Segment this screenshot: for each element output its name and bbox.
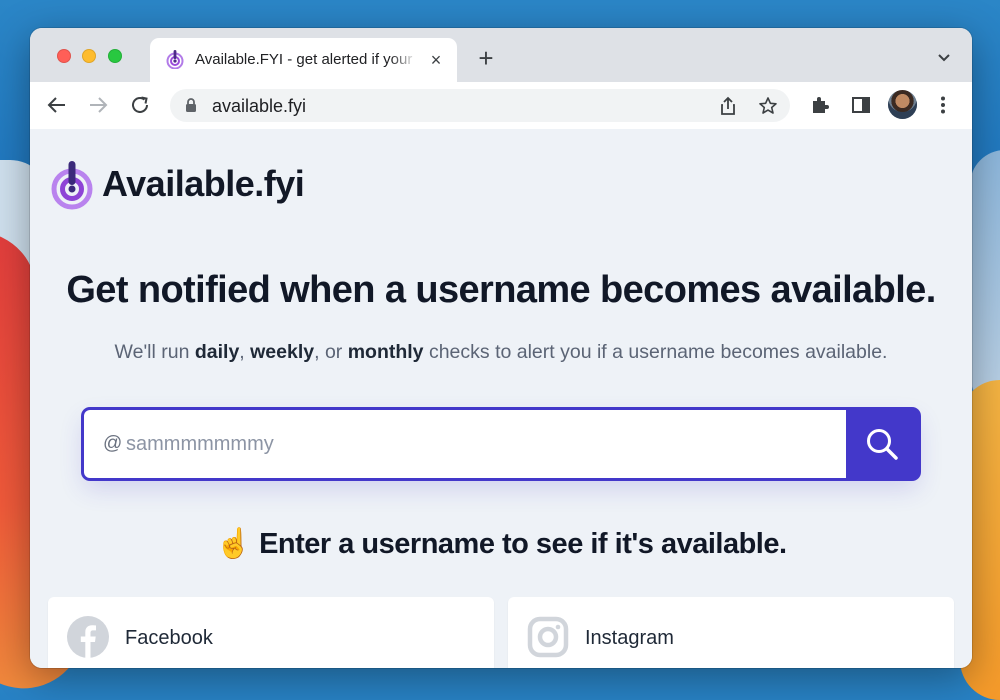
page-subline: We'll run daily, weekly, or monthly chec… [30, 341, 972, 364]
minimize-window-button[interactable] [82, 49, 96, 63]
frequency-weekly: weekly [250, 341, 315, 363]
username-search-form: @ [84, 410, 918, 478]
browser-toolbar: available.fyi [30, 82, 972, 130]
page-content: Available.fyi Get notified when a userna… [30, 129, 972, 668]
address-bar[interactable]: available.fyi [170, 89, 790, 122]
instagram-icon [527, 616, 569, 658]
search-button[interactable] [846, 410, 918, 478]
frequency-monthly: monthly [347, 341, 424, 363]
side-panel-icon[interactable] [850, 94, 872, 116]
more-menu-icon[interactable] [932, 94, 954, 116]
bookmark-star-icon[interactable] [758, 96, 778, 116]
tab-title: Available.FYI - get alerted if your desi… [195, 51, 417, 68]
platform-card-facebook[interactable]: Facebook [48, 597, 494, 668]
platform-card-instagram[interactable]: Instagram [508, 597, 954, 668]
username-search-input[interactable] [84, 410, 846, 478]
enter-username-prompt: ☝️ Enter a username to see if it's availa… [30, 526, 972, 561]
page-headline: Get notified when a username becomes ava… [66, 269, 936, 311]
subline-outro: checks to alert you if a username become… [423, 341, 888, 363]
forward-arrow-icon[interactable] [87, 94, 109, 116]
share-icon[interactable] [718, 96, 738, 116]
profile-avatar[interactable] [888, 90, 917, 119]
favicon-icon [166, 50, 184, 69]
facebook-icon [67, 616, 109, 659]
tab-close-icon[interactable]: × [427, 51, 445, 69]
tab-strip: Available.FYI - get alerted if your desi… [30, 28, 972, 82]
search-icon [867, 429, 898, 460]
prompt-text: Enter a username to see if it's availabl… [259, 528, 787, 560]
chevron-down-icon[interactable] [936, 50, 952, 64]
back-arrow-icon[interactable] [46, 94, 68, 116]
frequency-daily: daily [194, 341, 240, 363]
close-window-button[interactable] [57, 49, 71, 63]
zoom-window-button[interactable] [108, 49, 122, 63]
logo-icon[interactable] [50, 159, 94, 211]
subline-sep: , [239, 341, 251, 363]
url-text: available.fyi [212, 96, 307, 116]
browser-window: Available.FYI - get alerted if your desi… [30, 28, 972, 668]
reload-icon[interactable] [129, 94, 151, 116]
lock-icon [186, 98, 196, 112]
browser-tab[interactable]: Available.FYI - get alerted if your desi… [150, 38, 457, 82]
subline-sep: , or [314, 341, 348, 363]
platform-label: Facebook [125, 627, 213, 649]
wallpaper-shape [970, 150, 1000, 410]
platform-label: Instagram [585, 627, 674, 649]
new-tab-button[interactable]: + [474, 45, 498, 71]
subline-intro: We'll run [114, 341, 195, 363]
pointing-up-icon: ☝️ [215, 526, 252, 560]
logo-wordmark[interactable]: Available.fyi [102, 163, 305, 205]
extensions-puzzle-icon[interactable] [809, 94, 831, 116]
